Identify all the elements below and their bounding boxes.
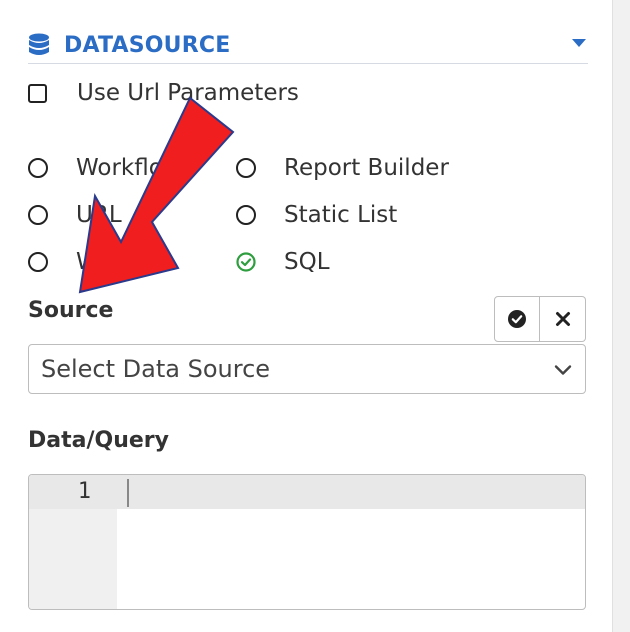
data-query-label: Data/Query <box>28 428 169 453</box>
radio-widget[interactable]: Widget <box>28 249 157 275</box>
radio-label: Report Builder <box>284 155 449 181</box>
check-circle-icon[interactable] <box>236 252 256 272</box>
radio-workflow[interactable]: Workflow <box>28 155 182 181</box>
data-source-select-value: Select Data Source <box>41 355 271 383</box>
radio-sql[interactable]: SQL <box>236 249 330 275</box>
check-circle-icon <box>508 310 526 328</box>
radio-button[interactable] <box>28 205 48 225</box>
chevron-down-icon <box>554 365 572 375</box>
datasource-section-header[interactable]: DATASOURCE <box>28 28 588 64</box>
radio-static-list[interactable]: Static List <box>236 202 397 228</box>
use-url-parameters-checkbox[interactable] <box>28 83 47 103</box>
close-icon <box>555 312 570 326</box>
radio-label: Static List <box>284 202 398 228</box>
radio-label: Workflow <box>76 155 182 181</box>
editor-active-line <box>29 475 585 509</box>
radio-button[interactable] <box>236 205 256 225</box>
radio-label: Widget <box>76 249 157 275</box>
query-editor[interactable]: 1 <box>28 474 586 610</box>
source-button-group <box>494 296 586 342</box>
radio-label: URL <box>76 202 122 228</box>
data-source-select[interactable]: Select Data Source <box>28 344 586 394</box>
confirm-source-button[interactable] <box>494 296 540 342</box>
text-cursor <box>127 479 129 507</box>
database-icon <box>29 33 49 55</box>
radio-url[interactable]: URL <box>28 202 122 228</box>
source-label: Source <box>28 298 114 323</box>
radio-button[interactable] <box>28 252 48 272</box>
radio-label: SQL <box>284 249 330 275</box>
line-number: 1 <box>77 479 91 504</box>
use-url-parameters-option[interactable]: Use Url Parameters <box>28 80 299 106</box>
clear-source-button[interactable] <box>540 296 586 342</box>
radio-button[interactable] <box>236 158 256 178</box>
section-title: DATASOURCE <box>64 33 231 58</box>
caret-down-icon[interactable] <box>572 39 586 47</box>
radio-button[interactable] <box>28 158 48 178</box>
scrollbar[interactable] <box>612 0 630 632</box>
use-url-parameters-label: Use Url Parameters <box>77 80 299 106</box>
radio-report-builder[interactable]: Report Builder <box>236 155 449 181</box>
